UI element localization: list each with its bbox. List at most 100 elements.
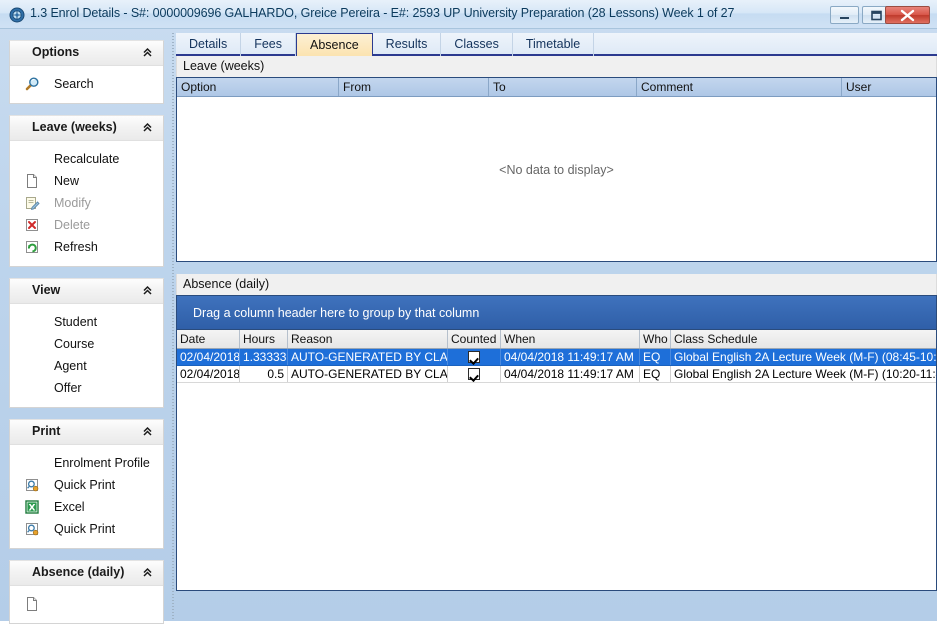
panel-header-leave-weeks[interactable]: Leave (weeks) [10, 116, 163, 141]
nav-item-label: Quick Print [54, 478, 115, 492]
panel-title-leave-weeks: Leave (weeks) [32, 120, 117, 134]
column-header-hours[interactable]: Hours [240, 330, 288, 348]
tab-results[interactable]: Results [373, 33, 442, 56]
panel-body-absence-daily [10, 586, 163, 623]
nav-item-student[interactable]: Student [10, 311, 163, 333]
magnifier-icon [24, 76, 40, 92]
section-label-leave-weeks: Leave (weeks) [176, 56, 937, 77]
tab-details[interactable]: Details [176, 33, 241, 56]
tab-timetable[interactable]: Timetable [513, 33, 594, 56]
tab-label: Fees [254, 37, 282, 51]
nav-item-delete[interactable]: Delete [10, 214, 163, 236]
nav-item-recalculate[interactable]: Recalculate [10, 148, 163, 170]
close-button[interactable] [885, 6, 930, 24]
panel-absence-daily: Absence (daily) [9, 560, 164, 624]
absence-grid-header-row: Date Hours Reason Counted When Who Class… [177, 330, 936, 349]
title-bar[interactable]: 1.3 Enrol Details - S#: 0000009696 GALHA… [0, 0, 937, 29]
chevron-up-icon[interactable] [141, 566, 154, 579]
counted-checkbox[interactable] [468, 351, 480, 363]
tab-classes[interactable]: Classes [441, 33, 512, 56]
nav-item-label: Search [54, 77, 94, 91]
nav-item-new[interactable]: New [10, 170, 163, 192]
nav-item-enrolment-profile[interactable]: Enrolment Profile [10, 452, 163, 474]
excel-icon: X [24, 499, 40, 515]
absence-daily-grid[interactable]: Drag a column header here to group by th… [176, 295, 937, 591]
nav-item-label: Refresh [54, 240, 98, 254]
tab-absence[interactable]: Absence [296, 33, 373, 56]
section-gap [176, 262, 937, 274]
column-header-who[interactable]: Who [640, 330, 671, 348]
nav-item-refresh[interactable]: Refresh [10, 236, 163, 258]
nav-item-quick-print-1[interactable]: Quick Print [10, 474, 163, 496]
refresh-icon [24, 239, 40, 255]
chevron-up-icon[interactable] [141, 46, 154, 59]
cell-who: EQ [640, 366, 671, 382]
chevron-up-icon[interactable] [141, 121, 154, 134]
panel-header-absence-daily[interactable]: Absence (daily) [10, 561, 163, 586]
column-header-comment[interactable]: Comment [637, 78, 842, 96]
leave-weeks-grid[interactable]: Option From To Comment User <No data to … [176, 77, 937, 262]
panel-header-print[interactable]: Print [10, 420, 163, 445]
sidebar: Options [9, 40, 164, 621]
nav-item-label: New [54, 174, 79, 188]
column-header-user[interactable]: User [842, 78, 936, 96]
minimize-icon [831, 7, 858, 23]
nav-item-label: Student [54, 315, 97, 329]
application-window: 1.3 Enrol Details - S#: 0000009696 GALHA… [0, 0, 937, 621]
nav-item-label: Delete [54, 218, 90, 232]
nav-item-label: Modify [54, 196, 91, 210]
nav-item-course[interactable]: Course [10, 333, 163, 355]
nav-item-label: Recalculate [54, 152, 119, 166]
panel-leave-weeks: Leave (weeks) Recalculate [9, 115, 164, 267]
edit-pencil-icon [24, 195, 40, 211]
tab-fees[interactable]: Fees [241, 33, 296, 56]
nav-item-agent[interactable]: Agent [10, 355, 163, 377]
panel-header-options[interactable]: Options [10, 41, 163, 66]
nav-item-modify[interactable]: Modify [10, 192, 163, 214]
panel-body-options: Search [10, 66, 163, 103]
nav-item-offer[interactable]: Offer [10, 377, 163, 399]
column-header-when[interactable]: When [501, 330, 640, 348]
column-header-counted[interactable]: Counted [448, 330, 501, 348]
tab-strip: Details Fees Absence Results Classes Tim… [176, 33, 937, 56]
panel-title-view: View [32, 283, 60, 297]
delete-x-icon [24, 217, 40, 233]
nav-item-label: Course [54, 337, 94, 351]
panel-header-view[interactable]: View [10, 279, 163, 304]
chevron-up-icon[interactable] [141, 425, 154, 438]
table-row[interactable]: 02/04/2018 1.33333 AUTO-GENERATED BY CLA… [177, 349, 936, 366]
cell-hours: 0.5 [240, 366, 288, 382]
app-globe-icon [9, 7, 25, 23]
chevron-up-icon[interactable] [141, 284, 154, 297]
cell-class-schedule: Global English 2A Lecture Week (M-F) (10… [671, 366, 936, 382]
panel-title-print: Print [32, 424, 60, 438]
nav-item-label: Quick Print [54, 522, 115, 536]
cell-who: EQ [640, 349, 671, 365]
nav-item-search[interactable]: Search [10, 73, 163, 95]
close-icon [886, 7, 929, 23]
cell-reason: AUTO-GENERATED BY CLASS [288, 366, 448, 382]
cell-counted [448, 349, 501, 365]
leave-grid-header-row: Option From To Comment User [177, 78, 936, 97]
column-header-from[interactable]: From [339, 78, 489, 96]
cell-class-schedule: Global English 2A Lecture Week (M-F) (08… [671, 349, 936, 365]
panel-body-leave-weeks: Recalculate New [10, 141, 163, 266]
column-header-class-schedule[interactable]: Class Schedule [671, 330, 936, 348]
table-row[interactable]: 02/04/2018 0.5 AUTO-GENERATED BY CLASS 0… [177, 366, 936, 383]
tab-label: Results [386, 37, 428, 51]
svg-text:X: X [29, 503, 36, 513]
group-by-panel[interactable]: Drag a column header here to group by th… [177, 296, 936, 330]
panel-title-absence-daily: Absence (daily) [32, 565, 124, 579]
cell-date: 02/04/2018 [177, 366, 240, 382]
quick-print-icon [24, 521, 40, 537]
nav-item-absence-new[interactable] [10, 593, 163, 615]
column-header-date[interactable]: Date [177, 330, 240, 348]
nav-item-excel[interactable]: X Excel [10, 496, 163, 518]
column-header-option[interactable]: Option [177, 78, 339, 96]
vertical-splitter[interactable] [169, 33, 176, 621]
counted-checkbox[interactable] [468, 368, 480, 380]
column-header-reason[interactable]: Reason [288, 330, 448, 348]
minimize-button[interactable] [830, 6, 859, 24]
column-header-to[interactable]: To [489, 78, 637, 96]
nav-item-quick-print-2[interactable]: Quick Print [10, 518, 163, 540]
